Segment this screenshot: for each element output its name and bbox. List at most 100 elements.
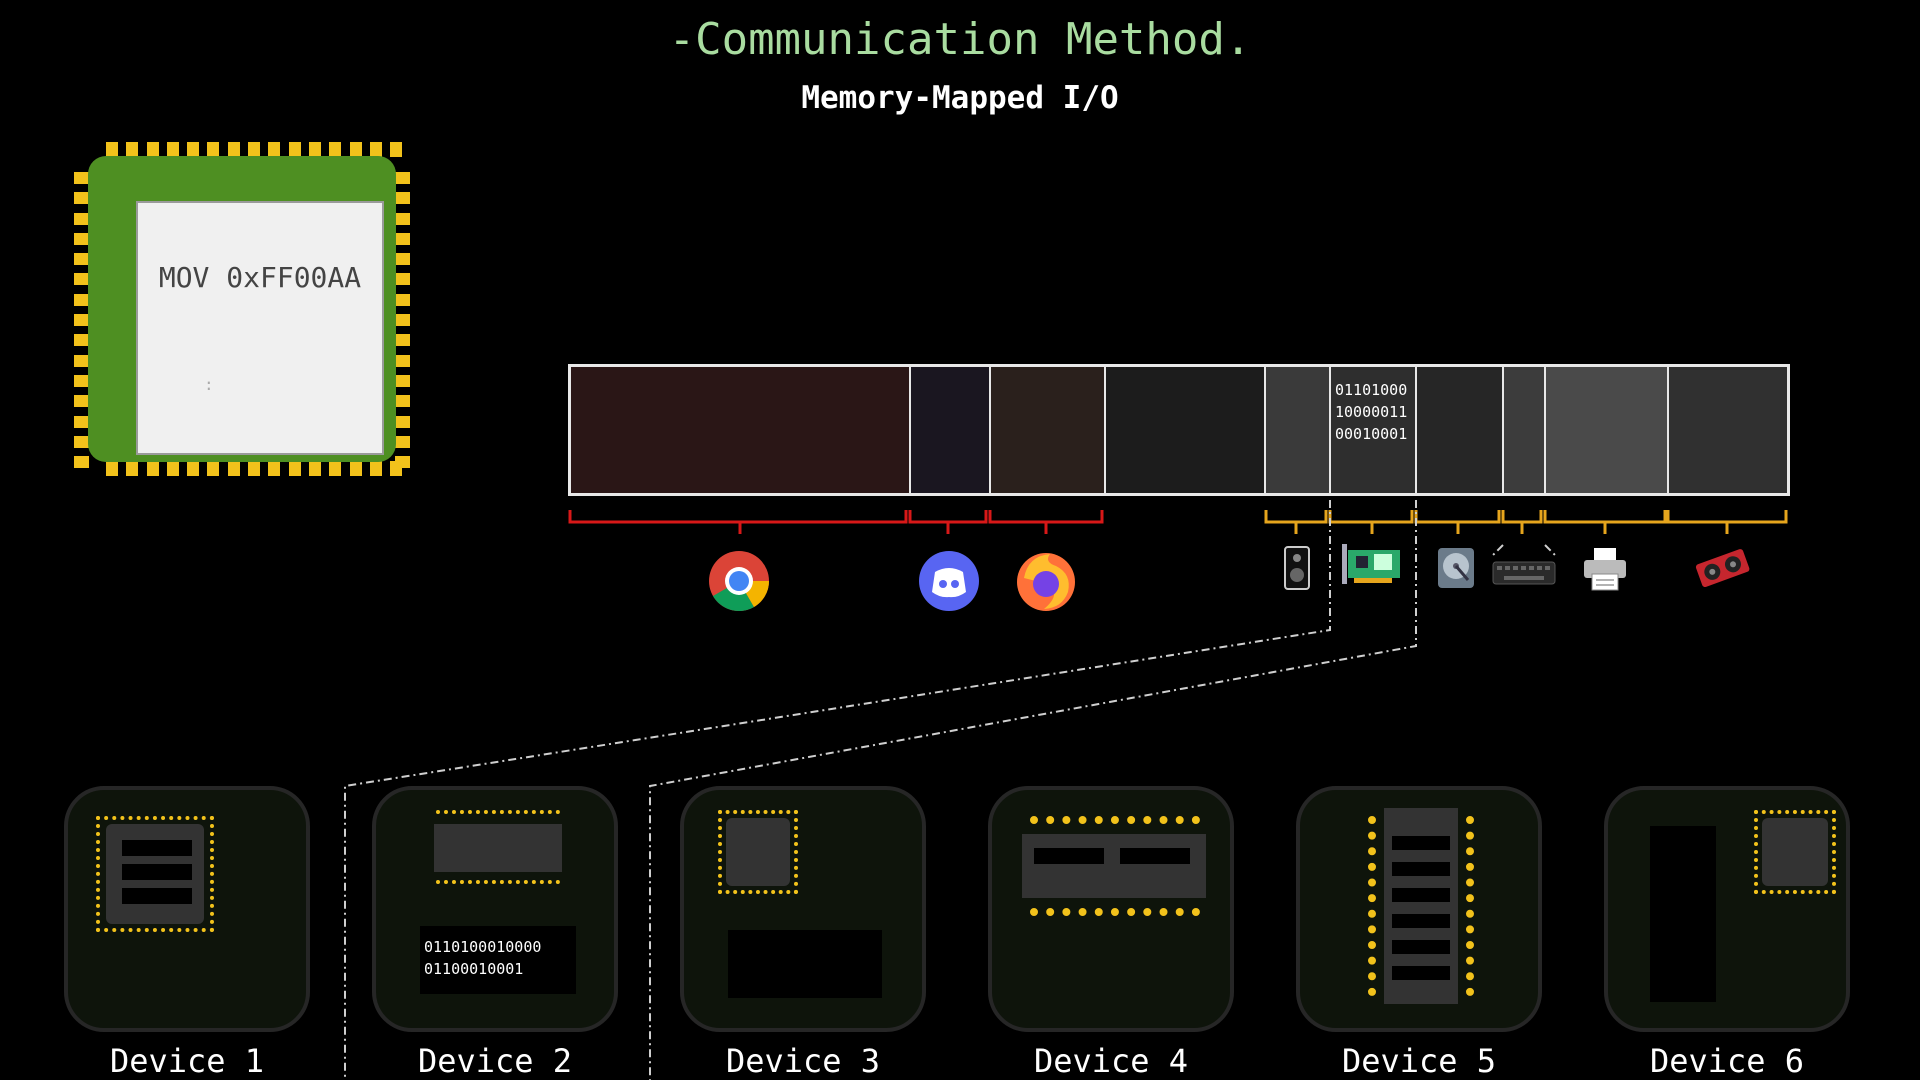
chip-slot <box>1392 836 1450 850</box>
device-card-4 <box>988 786 1234 1032</box>
page-title: -Communication Method. <box>668 14 1252 65</box>
cpu-pin <box>74 435 89 448</box>
memory-segment-free <box>1106 367 1266 493</box>
chip <box>434 824 562 872</box>
cpu-pin <box>166 461 179 476</box>
device-card-1 <box>64 786 310 1032</box>
memory-segment-graphics-card <box>1669 367 1787 493</box>
chip-slot <box>1120 848 1190 864</box>
cpu-pin <box>395 293 410 306</box>
chip-slot <box>1650 826 1716 1002</box>
printer-icon <box>1584 548 1626 591</box>
cpu-pin <box>369 461 382 476</box>
device-brackets <box>1264 510 1788 534</box>
cpu-pin <box>395 212 410 225</box>
cpu-pin <box>227 461 240 476</box>
cpu-pin <box>227 142 240 157</box>
cpu-pin <box>126 142 139 157</box>
cpu-pin <box>207 142 220 157</box>
cpu-pin <box>349 461 362 476</box>
cpu-pin <box>308 142 321 157</box>
speaker-icon <box>1284 546 1310 590</box>
cpu-pin <box>207 461 220 476</box>
cpu-pin <box>395 435 410 448</box>
cpu-pin <box>166 142 179 157</box>
memory-segment-firefox <box>991 367 1106 493</box>
cpu-pin <box>390 142 403 157</box>
cpu-pin <box>74 374 89 387</box>
discord-icon <box>919 551 979 611</box>
cpu-pin <box>126 461 139 476</box>
device-card-6 <box>1604 786 1850 1032</box>
device-label-1: Device 1 <box>109 1042 265 1080</box>
cpu-die: MOV 0xFF00AA : <box>136 201 384 455</box>
memory-segment-hard-drive <box>1417 367 1504 493</box>
chip-slot <box>1392 940 1450 954</box>
cpu-pin <box>395 172 410 184</box>
cpu-pin <box>187 142 200 157</box>
device-label-4: Device 4 <box>1033 1042 1189 1080</box>
cpu-pin <box>248 461 261 476</box>
cpu-pin <box>395 253 410 266</box>
device-label-3: Device 3 <box>725 1042 881 1080</box>
cpu-pin <box>268 461 281 476</box>
cpu-pin <box>329 142 342 157</box>
chrome-icon <box>709 551 769 612</box>
device-card-5 <box>1296 786 1542 1032</box>
chip-slot <box>1392 888 1450 902</box>
memory-segment-speaker <box>1266 367 1331 493</box>
cpu-cursor: : <box>204 375 214 394</box>
cpu-pin <box>288 461 301 476</box>
memory-segment-bits: 01101000 10000011 00010001 <box>1335 381 1408 443</box>
cpu-pin <box>395 334 410 347</box>
graphics-card-icon <box>1695 549 1750 588</box>
chip-slot <box>1392 862 1450 876</box>
cpu-pin <box>74 232 89 245</box>
cpu-pin <box>74 354 89 367</box>
cpu-pin <box>395 273 410 286</box>
memory-address-space: 01101000 10000011 00010001 <box>568 364 1790 496</box>
chip-slot <box>122 888 192 904</box>
cpu-pin <box>74 212 89 225</box>
cpu-pin <box>395 314 410 327</box>
cpu-pin <box>74 172 89 184</box>
cpu-pin <box>74 192 89 205</box>
network-card-icon <box>1342 544 1400 584</box>
cpu-pin <box>106 142 118 157</box>
cpu-pin <box>369 142 382 157</box>
device-2-bits: 0110100010000 01100010001 <box>424 938 542 978</box>
cpu-pin <box>395 232 410 245</box>
cpu-pin <box>349 142 362 157</box>
cpu-pin <box>74 253 89 266</box>
cpu-pins-top <box>106 142 403 157</box>
cpu-pin <box>288 142 301 157</box>
chip-slot <box>1392 966 1450 980</box>
cpu-pin <box>74 415 89 428</box>
cpu-pin <box>329 461 342 476</box>
device-card-3 <box>680 786 926 1032</box>
chip-slot <box>122 840 192 856</box>
hard-drive-icon <box>1438 548 1474 588</box>
cpu-pin <box>74 273 89 286</box>
cpu-instruction: MOV 0xFF00AA <box>158 261 362 294</box>
cpu-pin <box>74 456 89 469</box>
cpu-pin <box>395 354 410 367</box>
cpu-pin <box>395 395 410 408</box>
memory-segment-chrome <box>571 367 911 493</box>
cpu-pin <box>395 192 410 205</box>
cpu-pin <box>106 461 118 476</box>
memory-segment-network-card: 01101000 10000011 00010001 <box>1331 367 1417 493</box>
chip <box>726 818 790 886</box>
chip <box>1022 834 1206 898</box>
memory-segment-printer <box>1546 367 1669 493</box>
cpu-pin <box>74 334 89 347</box>
cpu-pin <box>395 415 410 428</box>
cpu-pins-left <box>74 172 89 469</box>
cpu-pin <box>74 293 89 306</box>
chip-slot <box>122 864 192 880</box>
cpu-pin <box>187 461 200 476</box>
memory-segment-keyboard <box>1504 367 1546 493</box>
memory-segment-discord <box>911 367 991 493</box>
cpu-pin <box>395 456 410 469</box>
firefox-icon <box>1017 553 1075 611</box>
